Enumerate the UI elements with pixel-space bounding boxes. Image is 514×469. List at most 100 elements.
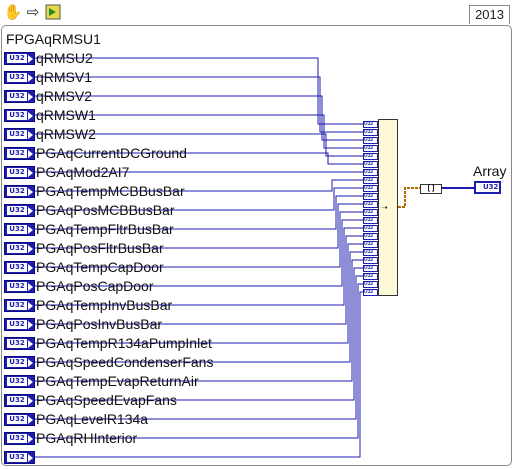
u32-tag: U32 [7,244,27,253]
terminal-arrow-icon [28,55,33,63]
input-label: PGAqTempMCBBusBar [36,183,185,199]
convert-node[interactable]: [ ] [420,184,442,194]
u32-tag: U32 [7,377,27,386]
build-array-input-slot[interactable]: U32 [363,241,378,248]
output-indicator[interactable]: U32 [474,181,501,194]
terminal-arrow-icon [28,302,33,310]
input-label: PGAqPosCapDoor [36,278,154,294]
u32-input-terminal[interactable]: U32 [4,109,35,122]
build-array-input-slot[interactable]: U32 [363,201,378,208]
u32-tag: U32 [7,282,27,291]
build-array-input-slot[interactable]: U32 [363,233,378,240]
build-array-input-slot[interactable]: U32 [363,209,378,216]
u32-input-terminal[interactable]: U32 [4,71,35,84]
build-array-input-slot[interactable]: U32 [363,121,378,128]
terminal-arrow-icon [28,112,33,120]
terminal-arrow-icon [28,378,33,386]
build-array-input-slot[interactable]: U32 [363,265,378,272]
build-array-input-slot[interactable]: U32 [363,257,378,264]
u32-input-terminal[interactable]: U32 [4,223,35,236]
build-array-input-slot[interactable]: U32 [363,169,378,176]
u32-tag: U32 [7,168,27,177]
slot-dtype: U32 [364,137,374,143]
u32-input-terminal[interactable]: U32 [4,204,35,217]
terminal-arrow-icon [28,245,33,253]
build-array-input-slot[interactable]: U32 [363,225,378,232]
u32-input-terminal[interactable]: U32 [4,337,35,350]
terminal-arrow-icon [28,226,33,234]
u32-input-terminal[interactable]: U32 [4,413,35,426]
u32-input-terminal[interactable]: U32 [4,52,35,65]
u32-tag: U32 [7,92,27,101]
slot-dtype: U32 [364,129,374,135]
terminal-arrow-icon [28,416,33,424]
input-label: PGAqTempEvapReturnAir [36,373,199,389]
slot-dtype: U32 [364,193,374,199]
u32-input-terminal[interactable]: U32 [4,261,35,274]
u32-input-terminal[interactable]: U32 [4,394,35,407]
slot-dtype: U32 [364,161,374,167]
input-label: qRMSW2 [36,126,96,142]
terminal-arrow-icon [28,93,33,101]
u32-input-terminal[interactable]: U32 [4,375,35,388]
slot-dtype: U32 [364,241,374,247]
u32-input-terminal[interactable]: U32 [4,242,35,255]
u32-tag: U32 [7,187,27,196]
slot-dtype: U32 [364,177,374,183]
u32-input-terminal[interactable]: U32 [4,356,35,369]
slot-dtype: U32 [364,289,374,295]
slot-dtype: U32 [364,257,374,263]
u32-tag: U32 [7,358,27,367]
u32-input-terminal[interactable]: U32 [4,90,35,103]
terminal-arrow-icon [28,454,33,462]
build-array-input-slot[interactable]: U32 [363,185,378,192]
u32-input-terminal[interactable]: U32 [4,185,35,198]
u32-tag: U32 [7,453,27,462]
terminal-arrow-icon [28,207,33,215]
terminal-arrow-icon [28,283,33,291]
build-array-input-slot[interactable]: U32 [363,281,378,288]
build-array-input-slot[interactable]: U32 [363,217,378,224]
input-label: PGAqTempFltrBusBar [36,221,174,237]
input-label: PGAqTempInvBusBar [36,297,173,313]
build-array-input-slot[interactable]: U32 [363,161,378,168]
u32-tag: U32 [7,396,27,405]
build-array-input-slot[interactable]: U32 [363,145,378,152]
build-array-node[interactable]: ➝ [378,119,398,296]
input-label: PGAqPosInvBusBar [36,316,163,332]
build-array-input-slot[interactable]: U32 [363,193,378,200]
input-label: PGAqSpeedCondenserFans [36,354,214,370]
u32-tag: U32 [7,225,27,234]
slot-dtype: U32 [364,201,374,207]
terminal-arrow-icon [28,264,33,272]
terminal-arrow-icon [28,74,33,82]
terminal-arrow-icon [28,321,33,329]
output-wire-conv [398,187,420,208]
input-label: qRMSV2 [36,88,93,104]
input-label: PGAqLevelR134a [36,411,149,427]
build-array-input-slot[interactable]: U32 [363,177,378,184]
node-arrow-icon: ➝ [381,203,388,212]
u32-input-terminal[interactable]: U32 [4,432,35,445]
u32-input-terminal[interactable]: U32 [4,280,35,293]
build-array-input-slot[interactable]: U32 [363,249,378,256]
u32-input-terminal[interactable]: U32 [4,147,35,160]
build-array-input-slot[interactable]: U32 [363,129,378,136]
build-array-input-slot[interactable]: U32 [363,137,378,144]
slot-dtype: U32 [364,145,374,151]
u32-tag: U32 [7,434,27,443]
u32-input-terminal[interactable]: U32 [4,318,35,331]
u32-input-terminal[interactable]: U32 [4,451,35,464]
input-label: PGAqSpeedEvapFans [36,392,177,408]
build-array-input-slot[interactable]: U32 [363,289,378,296]
u32-input-terminal[interactable]: U32 [4,299,35,312]
build-array-input-slot[interactable]: U32 [363,153,378,160]
u32-input-terminal[interactable]: U32 [4,128,35,141]
input-wire [35,76,363,133]
terminal-arrow-icon [28,150,33,158]
build-array-input-slot[interactable]: U32 [363,273,378,280]
u32-tag: U32 [7,54,27,63]
terminal-arrow-icon [28,131,33,139]
u32-input-terminal[interactable]: U32 [4,166,35,179]
terminal-arrow-icon [28,340,33,348]
